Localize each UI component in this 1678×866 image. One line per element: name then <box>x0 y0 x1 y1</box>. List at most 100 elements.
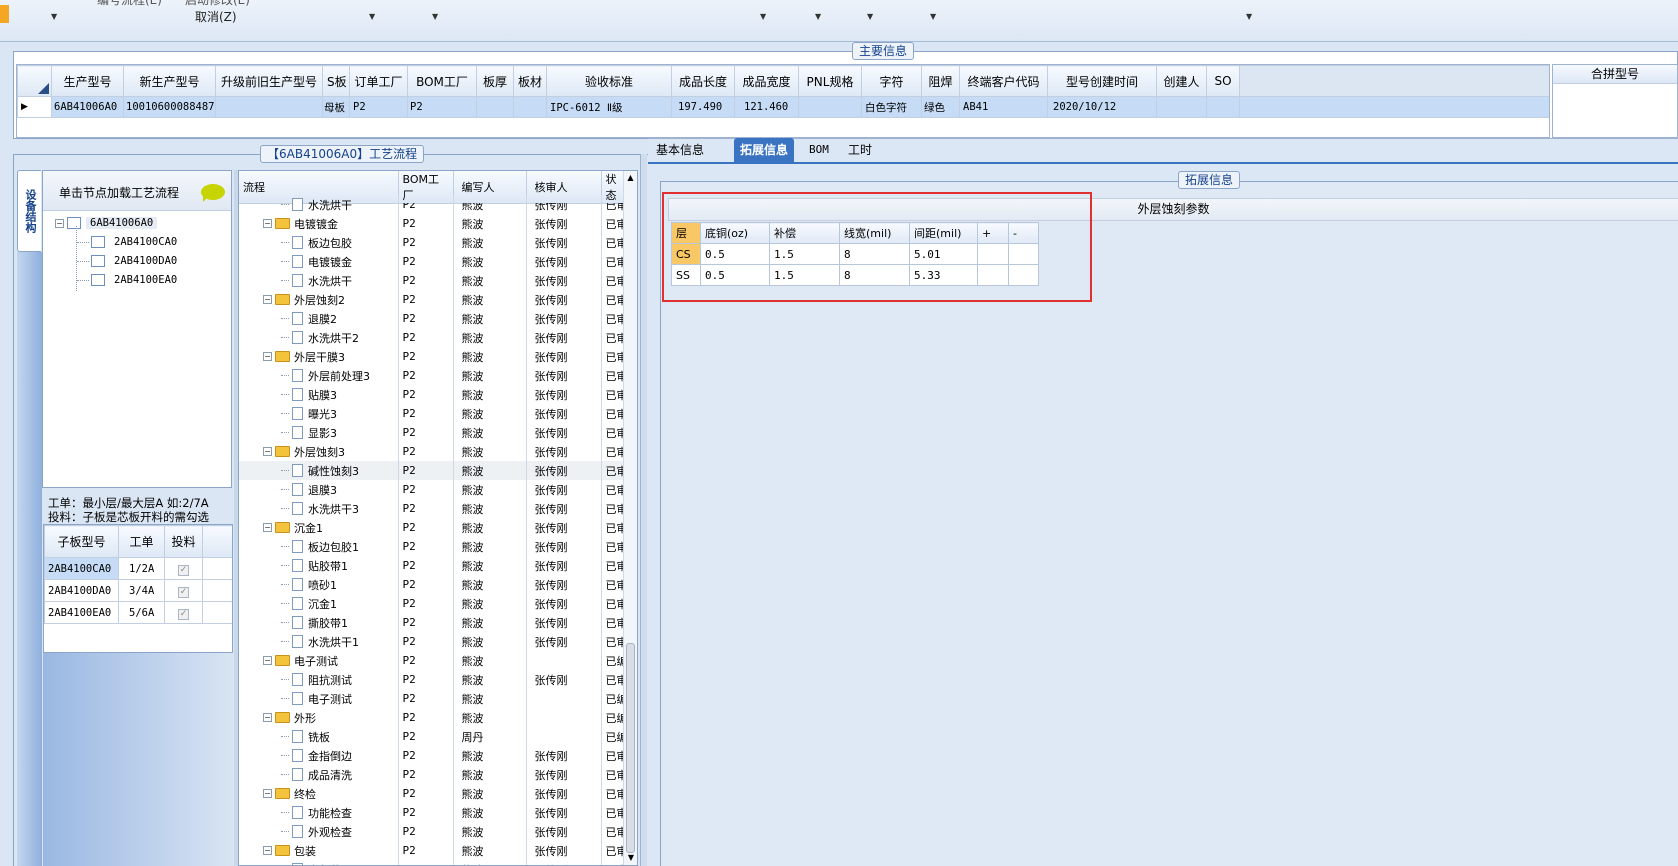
status-cell[interactable]: 已编写 <box>601 651 626 670</box>
writer-cell[interactable]: 熊波 <box>453 537 527 556</box>
cell[interactable]: 2AB4100CA0 <box>44 557 119 580</box>
flow-row[interactable]: 水洗烘干2 P2熊波张传刚已审核 <box>239 328 626 347</box>
status-cell[interactable]: 已审核 <box>601 575 626 594</box>
flow-name-cell[interactable]: 贴膜3 <box>239 385 399 404</box>
writer-cell[interactable]: 熊波 <box>453 518 527 537</box>
bom-factory-cell[interactable]: P2 <box>398 480 454 499</box>
status-cell[interactable]: 已审核 <box>601 290 626 309</box>
bom-factory-cell[interactable]: P2 <box>398 271 454 290</box>
bom-factory-cell[interactable]: P2 <box>398 366 454 385</box>
col-header[interactable]: S板 <box>322 65 350 97</box>
bom-factory-cell[interactable]: P2 <box>398 765 454 784</box>
reviewer-cell[interactable]: 张传刚 <box>526 860 602 865</box>
flow-name-cell[interactable]: 功能检查 <box>239 803 399 822</box>
flow-name-cell[interactable]: − 外层干膜3 <box>239 347 399 366</box>
status-cell[interactable]: 已审核 <box>601 841 626 860</box>
cell[interactable]: AB41 <box>959 96 1048 118</box>
cell[interactable] <box>476 96 514 118</box>
scroll-thumb[interactable] <box>626 643 635 853</box>
cell[interactable]: 母板 <box>322 96 350 118</box>
reviewer-cell[interactable]: 张传刚 <box>526 366 602 385</box>
flow-row[interactable]: 水洗烘干 P2熊波张传刚已审核 <box>239 271 626 290</box>
flow-name-cell[interactable]: 水洗烘干 <box>239 271 399 290</box>
bom-factory-cell[interactable]: P2 <box>398 860 454 865</box>
tree-node[interactable]: 2AB4100EA0 <box>77 271 177 289</box>
collapse-icon[interactable]: − <box>263 447 272 456</box>
bom-factory-cell[interactable]: P2 <box>398 594 454 613</box>
writer-cell[interactable]: 熊波 <box>453 575 527 594</box>
bom-factory-cell[interactable]: P2 <box>398 347 454 366</box>
reviewer-cell[interactable]: 张传刚 <box>526 575 602 594</box>
cell[interactable]: ✓ <box>164 601 203 624</box>
col-header[interactable]: 验收标准 <box>546 65 672 97</box>
flow-name-cell[interactable]: 电子测试 <box>239 689 399 708</box>
flow-row[interactable]: 退膜3 P2熊波张传刚已审核 <box>239 480 626 499</box>
writer-cell[interactable]: 熊波 <box>453 366 527 385</box>
flow-scrollbar[interactable]: ▲ ▼ <box>623 171 637 865</box>
reviewer-cell[interactable]: 张传刚 <box>526 556 602 575</box>
flow-name-cell[interactable]: 水洗烘干2 <box>239 328 399 347</box>
bom-factory-cell[interactable]: P2 <box>398 537 454 556</box>
flow-name-cell[interactable]: − 电镀镀金 <box>239 214 399 233</box>
flow-row[interactable]: 铣板 P2周丹 已编写 <box>239 727 626 746</box>
cell[interactable]: IPC-6012 Ⅱ级 <box>546 96 672 118</box>
flow-name-cell[interactable]: 外观检查 <box>239 822 399 841</box>
bom-factory-cell[interactable]: P2 <box>398 252 454 271</box>
flow-row[interactable]: 贴膜3 P2熊波张传刚已审核 <box>239 385 626 404</box>
writer-cell[interactable]: 熊波 <box>453 765 527 784</box>
tab-extended-info[interactable]: 拓展信息 <box>734 138 795 162</box>
cell[interactable]: 3/4A <box>118 579 165 602</box>
flow-name-cell[interactable]: 撕胶带1 <box>239 613 399 632</box>
flow-name-cell[interactable]: 退膜3 <box>239 480 399 499</box>
writer-cell[interactable]: 熊波 <box>453 404 527 423</box>
flow-row[interactable]: 板边包胶1 P2熊波张传刚已审核 <box>239 537 626 556</box>
writer-cell[interactable]: 熊波 <box>453 784 527 803</box>
flow-row[interactable]: − 终检 P2熊波张传刚已审核 <box>239 784 626 803</box>
bom-factory-cell[interactable]: P2 <box>398 518 454 537</box>
cell[interactable]: 5/6A <box>118 601 165 624</box>
cell[interactable]: 2020/10/12 <box>1047 96 1157 118</box>
flow-row[interactable]: 外层前处理3 P2熊波张传刚已审核 <box>239 366 626 385</box>
flow-name-cell[interactable]: − 外形 <box>239 708 399 727</box>
flow-row[interactable]: − 沉金1 P2熊波张传刚已审核 <box>239 518 626 537</box>
reviewer-cell[interactable]: 张传刚 <box>526 214 602 233</box>
flow-name-cell[interactable]: 水洗烘干 <box>239 194 399 214</box>
bom-factory-cell[interactable]: P2 <box>398 822 454 841</box>
status-cell[interactable]: 已审核 <box>601 670 626 689</box>
status-cell[interactable]: 已审核 <box>601 214 626 233</box>
flow-row[interactable]: 显影3 P2熊波张传刚已审核 <box>239 423 626 442</box>
col-header[interactable]: 投料 <box>164 525 203 558</box>
flow-name-cell[interactable]: − 电子测试 <box>239 651 399 670</box>
flow-row[interactable]: 曝光3 P2熊波张传刚已审核 <box>239 404 626 423</box>
flow-row[interactable]: 金指倒边 P2熊波张传刚已审核 <box>239 746 626 765</box>
status-cell[interactable]: 已审核 <box>601 423 626 442</box>
scroll-down-icon[interactable]: ▼ <box>624 851 637 865</box>
cell[interactable]: 121.460 <box>734 96 799 118</box>
writer-cell[interactable]: 熊波 <box>453 480 527 499</box>
bom-factory-cell[interactable]: P2 <box>398 708 454 727</box>
writer-cell[interactable]: 熊波 <box>453 423 527 442</box>
col-header[interactable]: SO <box>1206 65 1240 97</box>
flow-name-cell[interactable]: 退膜2 <box>239 309 399 328</box>
status-cell[interactable]: 已审核 <box>601 404 626 423</box>
bom-factory-cell[interactable]: P2 <box>398 651 454 670</box>
writer-cell[interactable]: 熊波 <box>453 461 527 480</box>
reviewer-cell[interactable]: 张传刚 <box>526 309 602 328</box>
tree-node[interactable]: 2AB4100DA0 <box>77 252 177 270</box>
flow-name-cell[interactable]: 内包装 <box>239 860 399 865</box>
table-row[interactable]: 2AB4100EA0 5/6A ✓ <box>44 601 232 624</box>
dropdown-arrow-icon[interactable]: ▼ <box>51 13 57 21</box>
flow-name-cell[interactable]: 显影3 <box>239 423 399 442</box>
writer-cell[interactable]: 熊波 <box>453 347 527 366</box>
col-header[interactable]: BOM工厂 <box>398 171 454 204</box>
col-header[interactable]: 生产型号 <box>51 65 124 97</box>
status-cell[interactable]: 已审核 <box>601 518 626 537</box>
status-cell[interactable]: 已审核 <box>601 594 626 613</box>
reviewer-cell[interactable] <box>526 651 602 670</box>
reviewer-cell[interactable]: 张传刚 <box>526 423 602 442</box>
col-header[interactable]: 子板型号 <box>44 525 119 558</box>
reviewer-cell[interactable]: 张传刚 <box>526 442 602 461</box>
side-tab-device-structure[interactable]: 设备结构 <box>17 170 41 252</box>
splitter-vertical[interactable] <box>640 154 647 866</box>
status-cell[interactable]: 已审核 <box>601 746 626 765</box>
